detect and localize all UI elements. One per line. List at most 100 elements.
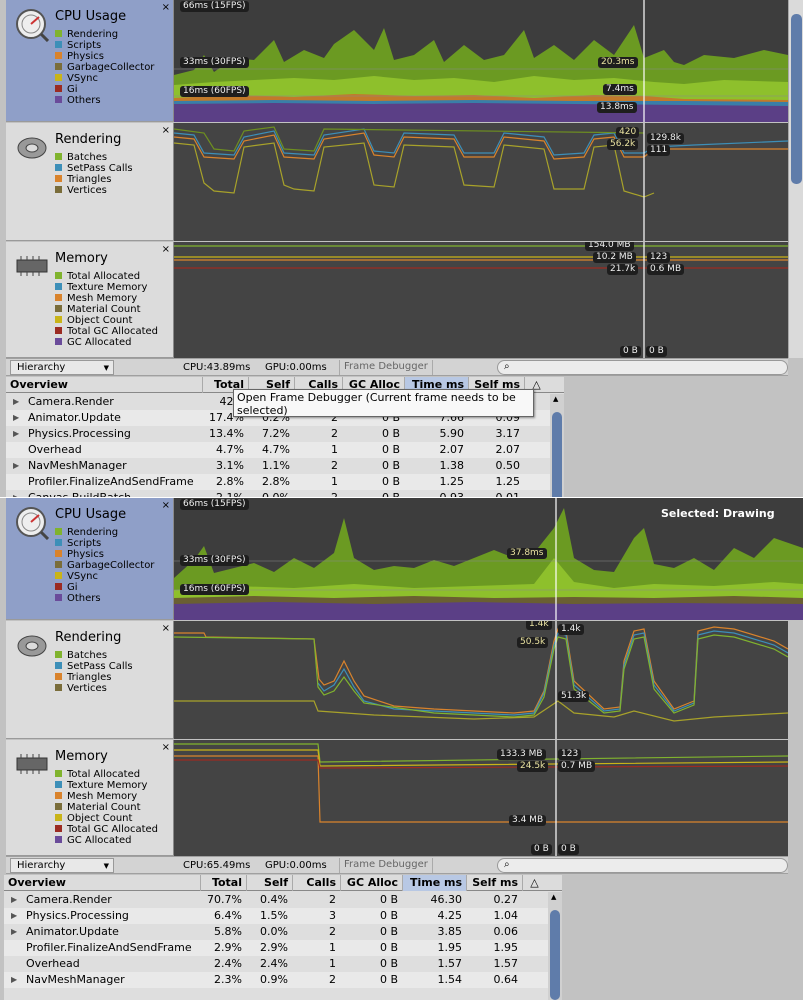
close-icon[interactable]: × [162,743,170,753]
cpu-usage-module[interactable]: CPU Usage Rendering Scripts Physics Garb… [6,498,174,620]
table-scrollbar[interactable]: ▲ [550,394,564,497]
table-row[interactable]: Overhead 4.7% 4.7% 1 0 B 2.07 2.07 [6,442,550,458]
frame-debugger-button[interactable]: Frame Debugger [339,858,433,873]
column-header[interactable]: Self ms [466,875,522,891]
legend-item[interactable]: Scripts [55,40,154,51]
column-header[interactable]: Self [246,875,292,891]
close-icon[interactable]: × [162,501,170,511]
close-icon[interactable]: × [162,3,170,13]
expand-arrow-icon[interactable]: ▶ [13,426,19,442]
cell-total: 70.7% [207,893,242,906]
modules-scrollbar[interactable] [788,0,803,358]
memory-module[interactable]: Memory Total Allocated Texture Memory Me… [6,740,174,856]
legend-item[interactable]: Triangles [55,174,133,185]
legend-item[interactable]: Batches [55,152,133,163]
legend-item[interactable]: Physics [55,51,154,62]
legend-item[interactable]: Total Allocated [55,769,158,780]
view-mode-dropdown[interactable]: Hierarchy ▼ [10,360,114,375]
legend-item[interactable]: Texture Memory [55,282,158,293]
table-row[interactable]: ▶ NavMeshManager 3.1% 1.1% 2 0 B 1.38 0.50 [6,458,550,474]
table-row[interactable]: Profiler.FinalizeAndSendFrame 2.8% 2.8% 1 0 … [6,474,550,490]
table-row[interactable]: ▶ Physics.Processing 13.4% 7.2% 2 0 B 5.90 3.17 [6,426,550,442]
legend-item[interactable]: Total GC Allocated [55,326,158,337]
cpu-usage-graph[interactable]: 66ms (15FPS) 33ms (30FPS) 16ms (60FPS) 2… [174,0,788,122]
frame-debugger-button[interactable]: Frame Debugger [339,360,433,375]
memory-graph[interactable]: 154.0 MB 10.2 MB 123 21.7k 0.6 MB 0 B 0 … [174,242,788,358]
table-row[interactable]: Profiler.FinalizeAndSendFrame 2.9% 2.9% 1 0 … [4,940,548,956]
column-header[interactable]: Total [200,875,246,891]
legend-item[interactable]: Gi [55,84,154,95]
table-row[interactable]: ▶ Canvas.BuildBatch 2.1% 0.0% 2 0 B 0.930.01 [6,490,550,497]
cell-time: 3.85 [437,925,463,938]
legend-item[interactable]: Vertices [55,683,133,694]
legend-item[interactable]: Texture Memory [55,780,158,791]
legend-item[interactable]: Batches [55,650,133,661]
memory-module[interactable]: Memory Total Allocated Texture Memory Me… [6,242,174,358]
legend-item[interactable]: Mesh Memory [55,293,158,304]
column-header[interactable]: Calls [292,875,340,891]
view-mode-dropdown[interactable]: Hierarchy ▼ [10,858,114,873]
table-row[interactable]: Overhead 2.4% 2.4% 1 0 B 1.57 1.57 [4,956,548,972]
legend-item[interactable]: GarbageCollector [55,62,154,73]
legend-item[interactable]: GC Allocated [55,835,158,846]
table-row[interactable]: ▶ Camera.Render 70.7% 0.4% 2 0 B 46.30 0.27 [4,892,548,908]
legend-item[interactable]: SetPass Calls [55,163,133,174]
legend-item[interactable]: Total Allocated [55,271,158,282]
legend-item[interactable]: VSync [55,571,154,582]
legend-item[interactable]: Material Count [55,802,158,813]
rendering-graph[interactable]: 420 56.2k 129.8k 111 [174,123,788,241]
scroll-up-icon[interactable]: ▲ [551,893,556,901]
legend-item[interactable]: Others [55,95,154,106]
table-row[interactable]: ▶ Animator.Update 5.8% 0.0% 2 0 B 3.85 0.06 [4,924,548,940]
legend-item[interactable]: Others [55,593,154,604]
memory-graph[interactable]: 133.3 MB 123 24.5k 0.7 MB 3.4 MB 0 B 0 B [174,740,788,856]
close-icon[interactable]: × [162,245,170,255]
expand-arrow-icon[interactable]: ▶ [11,908,17,924]
legend-item[interactable]: GarbageCollector [55,560,154,571]
cell-total: 2.8% [216,475,244,488]
scrollbar-thumb[interactable] [550,910,560,1000]
legend-item[interactable]: Triangles [55,672,133,683]
column-header[interactable]: GC Alloc [340,875,402,891]
cpu-usage-module[interactable]: CPU Usage Rendering Scripts Physics Garb… [6,0,174,122]
row-name: Animator.Update [26,925,119,938]
legend-item[interactable]: Vertices [55,185,133,196]
scroll-up-icon[interactable]: ▲ [553,395,558,403]
expand-arrow-icon[interactable]: ▶ [13,458,19,474]
legend-item[interactable]: Gi [55,582,154,593]
legend-item[interactable]: GC Allocated [55,337,158,348]
legend-item[interactable]: Mesh Memory [55,791,158,802]
legend-item[interactable]: Object Count [55,813,158,824]
expand-arrow-icon[interactable]: ▶ [13,394,19,410]
column-header[interactable]: Overview [4,875,200,891]
expand-arrow-icon[interactable]: ▶ [11,924,17,940]
legend-item[interactable]: SetPass Calls [55,661,133,672]
rendering-graph[interactable]: 1.4k 1.4k 50.5k 51.3k [174,621,788,739]
table-row[interactable]: ▶ NavMeshManager 2.3% 0.9% 2 0 B 1.54 0.64 [4,972,548,988]
legend-item[interactable]: Total GC Allocated [55,824,158,835]
legend-item[interactable]: Scripts [55,538,154,549]
legend-item[interactable]: VSync [55,73,154,84]
table-row[interactable]: ▶ Physics.Processing 6.4% 1.5% 3 0 B 4.25 1.04 [4,908,548,924]
expand-arrow-icon[interactable]: ▶ [11,972,17,988]
warning-icon[interactable]: △ [522,875,546,891]
legend-item[interactable]: Object Count [55,315,158,326]
rendering-module[interactable]: Rendering Batches SetPass Calls Triangle… [6,621,174,739]
search-input[interactable]: ⌕ [497,360,788,375]
expand-arrow-icon[interactable]: ▶ [13,410,19,426]
table-scrollbar[interactable]: ▲ [548,892,562,1000]
column-header[interactable]: Overview [6,377,202,393]
column-header[interactable]: Time ms [402,875,466,891]
legend-item[interactable]: Rendering [55,527,154,538]
legend-item[interactable]: Rendering [55,29,154,40]
close-icon[interactable]: × [162,126,170,136]
scrollbar-thumb[interactable] [552,412,562,497]
legend-item[interactable]: Material Count [55,304,158,315]
scrollbar-thumb[interactable] [791,14,802,184]
close-icon[interactable]: × [162,624,170,634]
expand-arrow-icon[interactable]: ▶ [13,490,19,497]
search-input[interactable]: ⌕ [497,858,788,873]
expand-arrow-icon[interactable]: ▶ [11,892,17,908]
rendering-module[interactable]: Rendering Batches SetPass Calls Triangle… [6,123,174,241]
legend-item[interactable]: Physics [55,549,154,560]
